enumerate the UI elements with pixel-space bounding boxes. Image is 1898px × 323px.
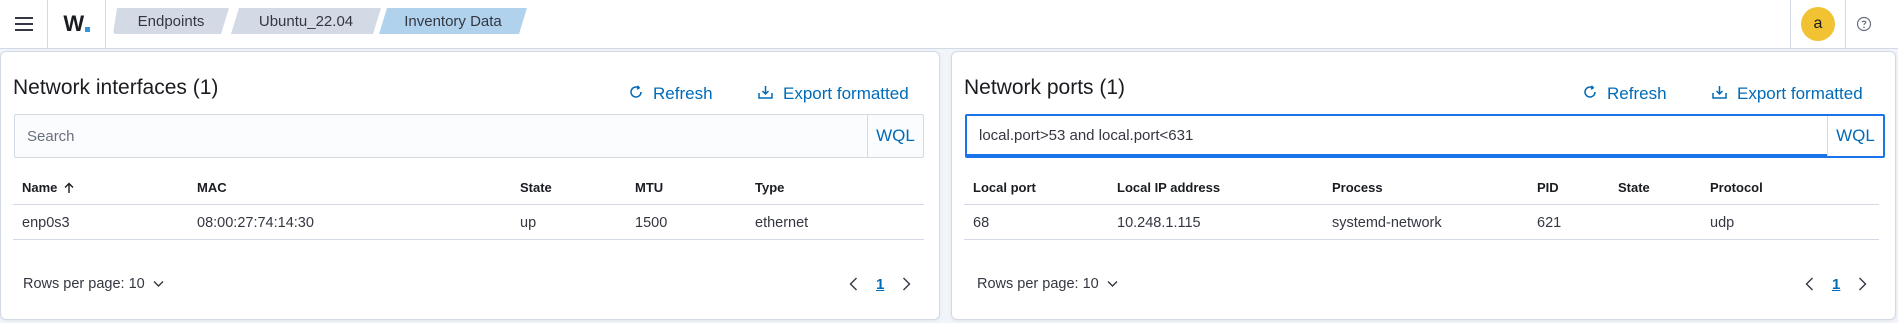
table-row[interactable]: enp0s3 08:00:27:74:14:30 up 1500 etherne… [13,205,924,240]
table-header: Name MAC State MTU Type [13,170,924,205]
column-header-process[interactable]: Process [1332,170,1383,205]
column-header-mac[interactable]: MAC [197,170,227,205]
logo-dot-icon [84,26,90,32]
export-label: Export formatted [783,84,909,103]
breadcrumb-label: Inventory Data [404,12,502,30]
export-formatted-button[interactable]: Export formatted [1711,83,1863,105]
cell-type: ethernet [755,214,809,231]
sort-ascending-icon [63,182,75,194]
chevron-down-icon [153,280,164,288]
network-interfaces-panel: Network interfaces (1) Refresh Export fo… [0,51,940,320]
app-logo[interactable]: W [48,0,106,48]
cell-protocol: udp [1710,214,1735,231]
refresh-icon [628,84,644,105]
table-header: Local port Local IP address Process PID … [964,170,1879,205]
refresh-label: Refresh [653,84,713,103]
chevron-down-icon [1107,280,1118,288]
refresh-icon [1582,84,1598,105]
cell-local-port: 68 [973,214,990,231]
column-header-state[interactable]: State [520,170,552,205]
page-number[interactable]: 1 [876,276,884,293]
next-page-icon[interactable] [902,277,911,291]
column-header-pid[interactable]: PID [1537,170,1559,205]
search-bar: WQL [965,114,1885,158]
export-icon [757,84,774,105]
rows-per-page-selector[interactable]: Rows per page: 10 [977,273,1118,295]
export-formatted-button[interactable]: Export formatted [757,83,909,105]
breadcrumb-inventory-data: Inventory Data [379,8,527,34]
pagination: 1 [1805,273,1867,295]
column-header-mtu[interactable]: MTU [635,170,663,205]
ports-table: Local port Local IP address Process PID … [964,170,1879,240]
page-number[interactable]: 1 [1832,276,1840,293]
cell-process: systemd-network [1332,214,1442,231]
export-icon [1711,84,1728,105]
cell-pid: 621 [1537,214,1562,231]
breadcrumb-label: Endpoints [137,12,205,30]
network-ports-panel: Network ports (1) Refresh Export formatt… [951,51,1896,320]
logo-text: W [63,11,84,36]
panel-title: Network ports (1) [964,76,1126,99]
wql-button[interactable]: WQL [867,115,923,157]
column-header-state[interactable]: State [1618,170,1650,205]
rows-per-page-label: Rows per page: 10 [977,276,1099,292]
refresh-label: Refresh [1607,84,1667,103]
table-row[interactable]: 68 10.248.1.115 systemd-network 621 udp [964,205,1879,240]
previous-page-icon[interactable] [849,277,858,291]
breadcrumb-endpoints[interactable]: Endpoints [113,8,229,34]
panel-title: Network interfaces (1) [13,76,219,99]
breadcrumb-agent[interactable]: Ubuntu_22.04 [231,8,381,34]
cell-name: enp0s3 [22,214,70,231]
rows-per-page-label: Rows per page: 10 [23,276,145,292]
top-header: W Endpoints Ubuntu_22.04 Inventory Data … [0,0,1898,49]
cell-mac: 08:00:27:74:14:30 [197,214,314,231]
pagination: 1 [849,273,911,295]
cell-mtu: 1500 [635,214,668,231]
avatar[interactable]: a [1801,7,1835,41]
column-label: Name [22,180,58,195]
refresh-button[interactable]: Refresh [628,83,713,105]
cell-state: up [520,214,537,231]
cell-local-ip: 10.248.1.115 [1117,214,1201,231]
column-header-type[interactable]: Type [755,170,784,205]
previous-page-icon[interactable] [1805,277,1814,291]
user-menu: a [1790,0,1846,48]
column-header-local-port[interactable]: Local port [973,170,1036,205]
column-header-local-ip[interactable]: Local IP address [1117,170,1220,205]
breadcrumb-label: Ubuntu_22.04 [258,12,354,30]
search-input[interactable] [15,115,867,157]
export-label: Export formatted [1737,84,1863,103]
help-icon[interactable] [1852,12,1876,36]
wql-button[interactable]: WQL [1827,116,1883,156]
search-input[interactable] [967,116,1827,156]
refresh-button[interactable]: Refresh [1582,83,1667,105]
next-page-icon[interactable] [1858,277,1867,291]
interfaces-table: Name MAC State MTU Type enp0s3 08:00:27:… [13,170,924,240]
column-header-name[interactable]: Name [22,170,75,205]
rows-per-page-selector[interactable]: Rows per page: 10 [23,273,164,295]
hamburger-menu-icon[interactable] [0,0,48,48]
column-header-protocol[interactable]: Protocol [1710,170,1763,205]
search-bar: WQL [14,114,924,158]
